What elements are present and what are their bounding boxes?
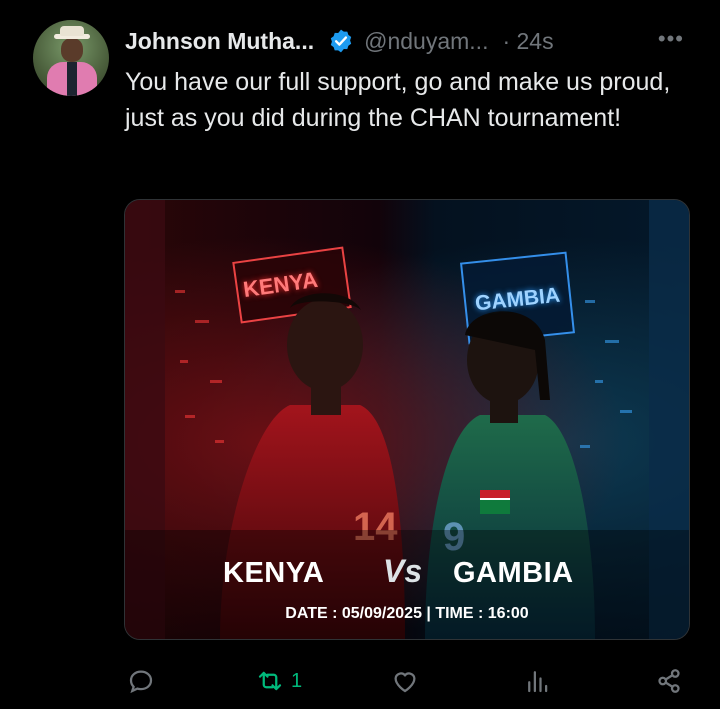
retweet-count: 1 — [291, 669, 303, 692]
tweet-text: You have our full support, go and make u… — [125, 68, 671, 132]
versus-label: Vs — [383, 553, 423, 589]
more-options-icon[interactable]: ••• — [658, 26, 684, 52]
share-icon — [658, 669, 680, 693]
views-button[interactable] — [523, 666, 559, 696]
author-name[interactable]: Johnson Mutha... — [125, 28, 314, 55]
retweet-button[interactable]: 1 — [255, 666, 302, 696]
team-left-label: KENYA — [223, 557, 325, 589]
like-button[interactable] — [390, 666, 426, 696]
tweet-media-image[interactable]: 14 9 KENYA GAMBIA KENYA Vs GAMBIA DATE :… — [124, 199, 690, 640]
reply-button[interactable] — [126, 666, 162, 696]
avatar-face — [61, 38, 83, 62]
analytics-icon — [528, 671, 548, 693]
tweet-action-bar: 1 — [0, 660, 720, 704]
avatar-shirt — [67, 62, 77, 96]
avatar-hat — [60, 26, 84, 36]
author-handle[interactable]: @nduyam... — [364, 28, 488, 55]
author-avatar[interactable] — [33, 20, 109, 96]
share-button[interactable] — [654, 666, 684, 696]
tweet-header: Johnson Mutha... @nduyam... · 24s ••• — [125, 26, 690, 56]
retweet-icon — [258, 671, 282, 691]
heart-icon — [394, 672, 416, 693]
team-right-label: GAMBIA — [453, 557, 574, 589]
reply-icon — [129, 670, 153, 694]
tweet-timestamp[interactable]: · 24s — [502, 28, 553, 55]
match-date-time: DATE : 05/09/2025 | TIME : 16:00 — [285, 605, 529, 622]
verified-badge-icon[interactable] — [328, 28, 354, 54]
